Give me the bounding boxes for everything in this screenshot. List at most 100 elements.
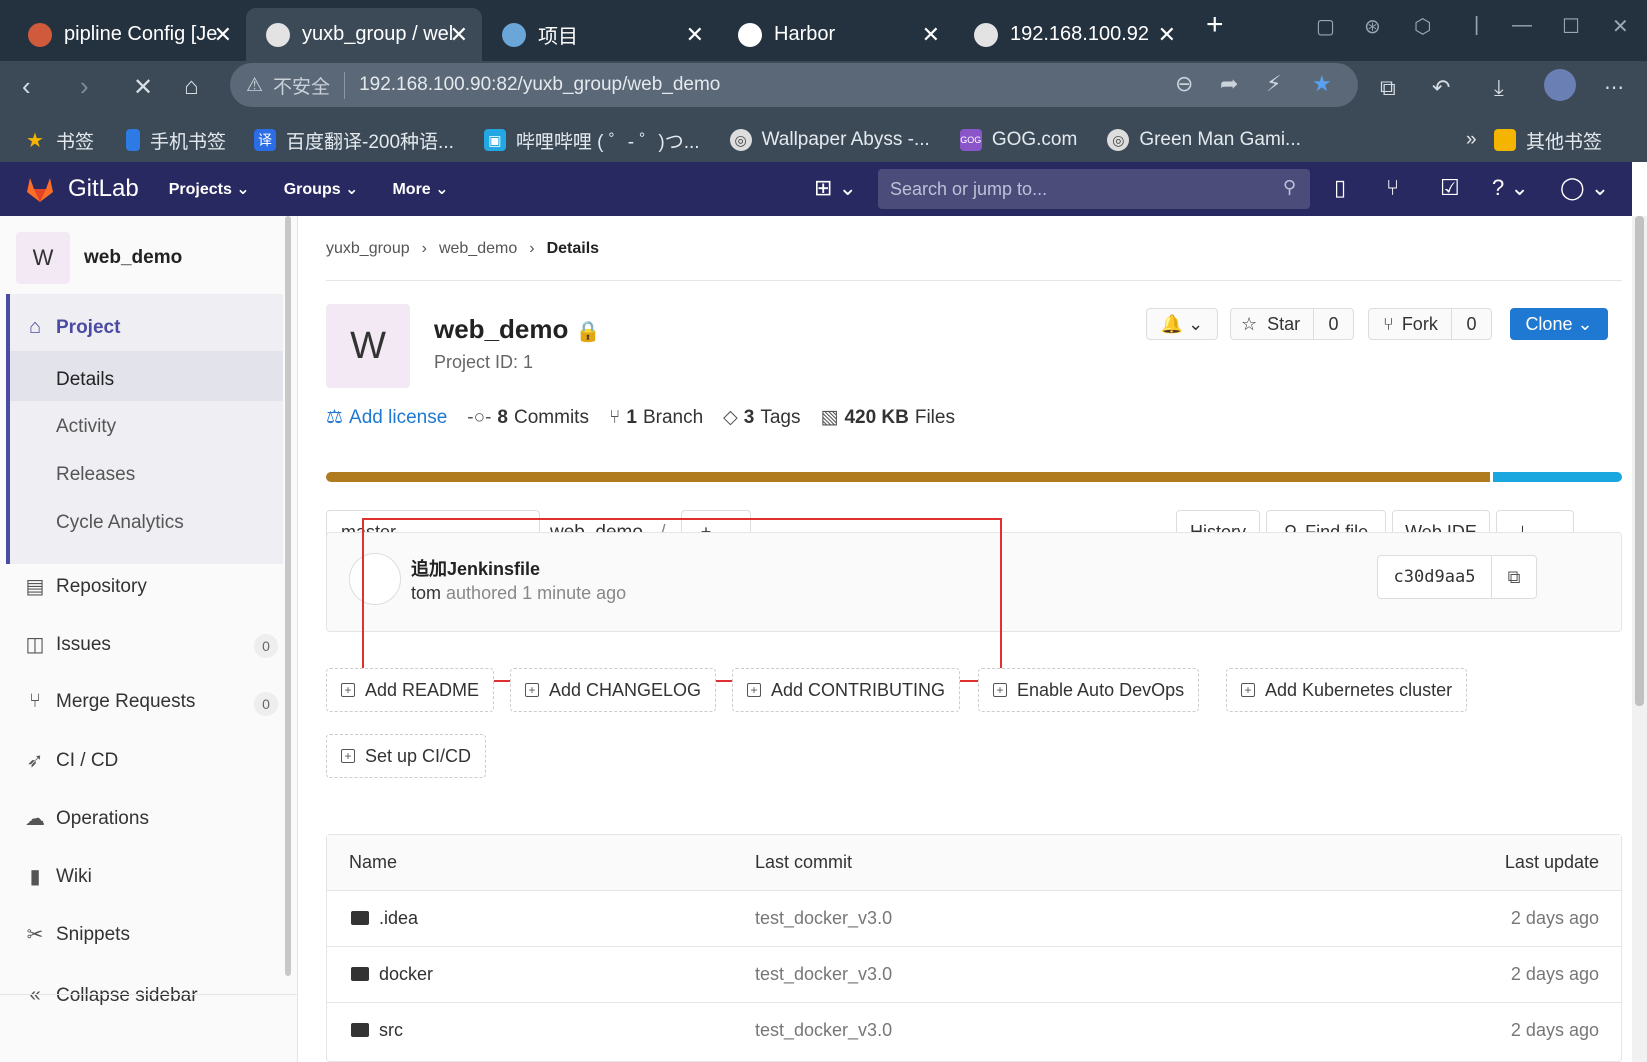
extensions-icon[interactable]: ⬡ [1414, 14, 1431, 39]
download-icon[interactable]: ⤓ [1494, 75, 1504, 101]
home-icon[interactable]: ⌂ [184, 73, 199, 101]
branch-link[interactable]: ⑂ 1 Branch [609, 407, 703, 429]
add-kubernetes-cluster-button[interactable]: + Add Kubernetes cluster [1226, 668, 1468, 712]
clone-button[interactable]: Clone ⌄ [1510, 308, 1608, 340]
todo-issues-icon[interactable]: ▯ [1334, 175, 1346, 201]
file-last-commit[interactable]: test_docker_v3.0 [755, 964, 892, 985]
back-icon[interactable]: ‹ [22, 71, 31, 102]
share-icon[interactable]: ➦ [1220, 71, 1238, 97]
tab-harbor[interactable]: Harbor ✕ [718, 8, 954, 61]
bookmark-star-icon[interactable]: ★ [1312, 71, 1332, 97]
tab-ip[interactable]: 192.168.100.92 ✕ [954, 8, 1190, 61]
zoom-icon[interactable]: ⊖ [1175, 71, 1193, 97]
gitlab-brand[interactable]: GitLab [68, 175, 139, 203]
sidebar-item-wiki[interactable]: ▮ Wiki [24, 864, 91, 889]
breadcrumb-current[interactable]: Details [547, 240, 599, 258]
bookmark-item[interactable]: ▣ 哔哩哔哩 ( ゜- ゜)つ... [483, 127, 700, 154]
sidebar-item-activity[interactable]: Activity [56, 416, 116, 438]
gitlab-logo-icon[interactable] [24, 173, 56, 205]
file-name[interactable]: .idea [351, 908, 418, 929]
bookmark-item[interactable]: ★ 书签 [24, 127, 94, 154]
sidebar-item-project[interactable]: ⌂ Project [24, 316, 120, 339]
language-segment[interactable] [326, 472, 1490, 482]
sidebar-item-details[interactable]: Details [56, 369, 114, 391]
url-text[interactable]: 192.168.100.90:82/yuxb_group/web_demo [359, 74, 720, 96]
enable-auto-devops-button[interactable]: + Enable Auto DevOps [978, 668, 1200, 712]
add-license-link[interactable]: ⚖ Add license [326, 406, 447, 429]
breadcrumb-project[interactable]: web_demo [439, 240, 517, 258]
breadcrumb-group[interactable]: yuxb_group [326, 240, 410, 258]
incognito-icon[interactable]: ⊛ [1364, 14, 1381, 39]
bookmark-item[interactable]: GOG GOG.com [959, 129, 1077, 151]
window-close-icon[interactable]: ✕ [1612, 14, 1629, 39]
extension-puzzle-icon[interactable]: ⧉ [1380, 75, 1396, 101]
stop-loading-icon[interactable]: ✕ [133, 73, 153, 102]
files-link[interactable]: ▧ 420 KB Files [820, 406, 955, 429]
sidebar-item-issues[interactable]: ◫ Issues [24, 632, 111, 657]
help-icon[interactable]: ? ⌄ [1492, 175, 1529, 201]
table-row[interactable]: src test_docker_v3.0 2 days ago [327, 1003, 1621, 1059]
user-avatar[interactable]: ◯ ⌄ [1560, 175, 1609, 201]
tab-project[interactable]: 项目 ✕ [482, 8, 718, 61]
sidebar-project-header[interactable]: W web_demo [16, 232, 182, 284]
undo-icon[interactable]: ↶ [1432, 75, 1450, 101]
tags-link[interactable]: ◇ 3 Tags [723, 406, 800, 429]
reading-mode-icon[interactable]: ▢ [1316, 14, 1335, 39]
close-icon[interactable]: ✕ [922, 22, 940, 48]
file-name[interactable]: src [351, 1020, 403, 1041]
sidebar-scrollbar[interactable] [285, 216, 291, 976]
page-scrollbar-track[interactable] [1632, 216, 1647, 1062]
sidebar-item-cicd[interactable]: ➶ CI / CD [24, 748, 119, 773]
add-changelog-button[interactable]: + Add CHANGELOG [510, 668, 717, 712]
file-last-commit[interactable]: test_docker_v3.0 [755, 908, 892, 929]
bookmark-item[interactable]: 手机书签 [126, 127, 226, 154]
language-segment[interactable] [1492, 472, 1622, 482]
bookmark-item[interactable]: 译百度翻译-200种语... [254, 127, 454, 154]
todo-check-icon[interactable]: ☑ [1440, 175, 1460, 201]
maximize-icon[interactable]: ☐ [1562, 14, 1580, 39]
bookmarks-more-button[interactable]: » [1466, 129, 1477, 151]
repository-language-bar[interactable] [326, 472, 1622, 482]
table-row[interactable]: docker test_docker_v3.0 2 days ago [327, 947, 1621, 1003]
tab-jenkins[interactable]: pipline Config [Je ✕ [8, 8, 246, 61]
sidebar-item-snippets[interactable]: ✂ Snippets [24, 922, 130, 947]
fork-button[interactable]: ⑂ Fork 0 [1368, 308, 1492, 340]
forward-icon[interactable]: › [80, 71, 89, 102]
file-last-commit[interactable]: test_docker_v3.0 [755, 1020, 892, 1041]
other-bookmarks[interactable]: 其他书签 [1494, 127, 1602, 154]
add-contributing-button[interactable]: + Add CONTRIBUTING [732, 668, 961, 712]
close-icon[interactable]: ✕ [1158, 22, 1176, 48]
close-icon[interactable]: ✕ [214, 22, 232, 48]
copy-icon[interactable]: ⧉ [1492, 556, 1536, 598]
minimize-icon[interactable]: — [1512, 14, 1532, 37]
menu-projects[interactable]: Projects ⌄ [169, 179, 250, 199]
file-name[interactable]: docker [351, 964, 433, 985]
add-readme-button[interactable]: + Add README [326, 668, 495, 712]
profile-avatar[interactable] [1544, 69, 1576, 101]
star-button[interactable]: ☆ Star 0 [1230, 308, 1354, 340]
bookmark-item[interactable]: ◎ Wallpaper Abyss -... [729, 129, 930, 151]
commits-link[interactable]: -○- 8 Commits [467, 407, 589, 429]
close-icon[interactable]: ✕ [686, 22, 704, 48]
lightning-icon[interactable]: ⚡ [1266, 71, 1281, 97]
sidebar-item-releases[interactable]: Releases [56, 464, 135, 486]
table-row[interactable]: .idea test_docker_v3.0 2 days ago [327, 891, 1621, 947]
tab-gitlab[interactable]: yuxb_group / wel ✕ [246, 8, 482, 61]
page-scrollbar-thumb[interactable] [1635, 216, 1644, 706]
new-tab-button[interactable]: + [1206, 8, 1224, 42]
sidebar-item-repository[interactable]: ▤ Repository [24, 574, 147, 599]
sidebar-item-cycle-analytics[interactable]: Cycle Analytics [56, 512, 184, 534]
new-plus-icon[interactable]: ⊞ ⌄ [814, 175, 857, 201]
menu-more[interactable]: More ⌄ [392, 179, 448, 199]
merge-request-icon[interactable]: ⑂ [1386, 175, 1399, 201]
menu-groups[interactable]: Groups ⌄ [284, 179, 359, 199]
menu-icon[interactable]: ⋯ [1604, 75, 1624, 100]
close-icon[interactable]: ✕ [450, 22, 468, 48]
sidebar-item-operations[interactable]: ☁ Operations [24, 806, 149, 831]
commit-sha[interactable]: c30d9aa5 [1378, 556, 1492, 598]
sidebar-item-merge-requests[interactable]: ⑂ Merge Requests [24, 690, 195, 713]
collapse-sidebar-button[interactable]: « Collapse sidebar [24, 984, 197, 1007]
setup-cicd-button[interactable]: + Set up CI/CD [326, 734, 487, 778]
search-input[interactable]: Search or jump to... ⚲ [878, 169, 1310, 209]
bookmark-item[interactable]: ◎ Green Man Gami... [1107, 129, 1301, 151]
